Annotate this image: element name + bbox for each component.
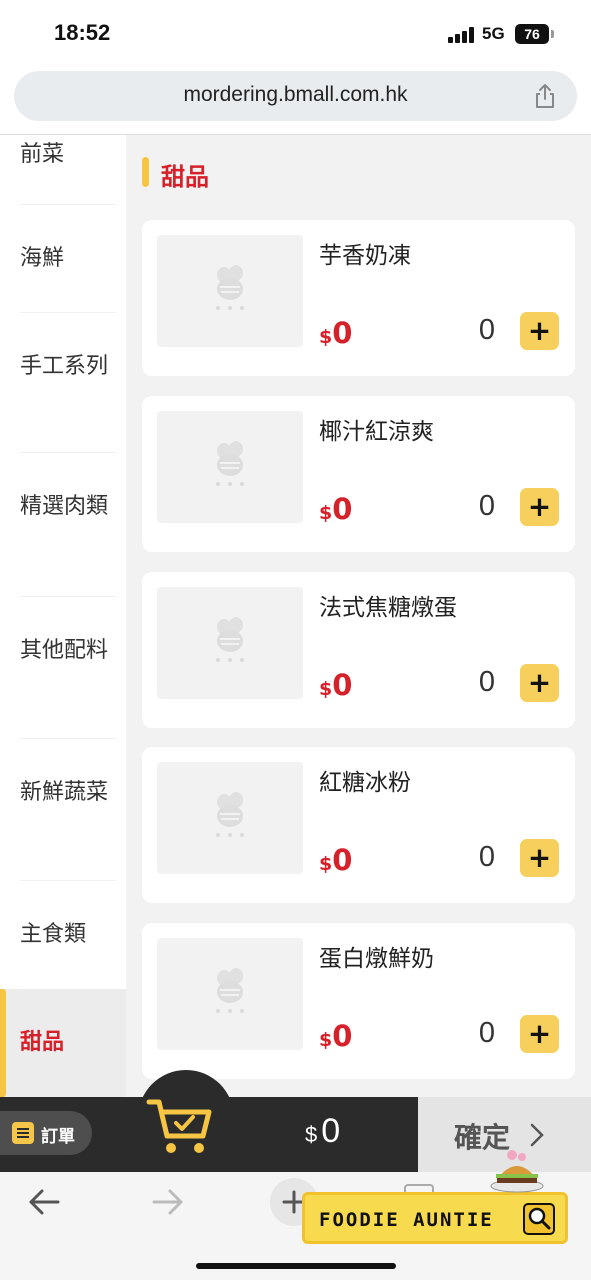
order-button-label: 訂單 (41, 1127, 75, 1147)
order-button[interactable]: 訂單 (0, 1111, 92, 1155)
status-bar: 18:52 5G 76 (0, 0, 591, 64)
category-sidebar: 前菜 海鮮 手工系列 精選肉類 其他配料 新鮮蔬菜 主食類 甜品 (0, 135, 126, 1097)
sidebar-item-label: 其他配料 (20, 638, 109, 663)
item-quantity: 0 (478, 841, 496, 873)
sidebar-item-vegetables[interactable]: 新鮮蔬菜 (0, 739, 126, 881)
add-item-button[interactable]: + (520, 312, 559, 350)
bee-logo-placeholder-icon (216, 265, 244, 310)
menu-item-card[interactable]: 法式焦糖燉蛋 $0 0 + (142, 572, 575, 728)
sidebar-item-staples[interactable]: 主食類 (0, 881, 126, 989)
menu-item-card[interactable]: 椰汁紅涼爽 $0 0 + (142, 396, 575, 552)
sidebar-item-appetizers[interactable]: 前菜 (0, 135, 126, 205)
sidebar-item-label: 精選肉類 (20, 494, 109, 519)
menu-list[interactable]: 甜品 芋香奶凍 $0 0 + 椰汁紅涼爽 $0 0 + 法式焦糖燉蛋 $0 0 … (126, 135, 591, 1097)
item-price: $0 (319, 843, 353, 877)
network-type: 5G (482, 24, 505, 43)
watermark-badge: FOODIE AUNTIE (302, 1192, 568, 1244)
item-price: $0 (319, 1019, 353, 1053)
item-quantity: 0 (478, 666, 496, 698)
sidebar-item-label: 甜品 (20, 1030, 65, 1055)
battery-icon: 76 (515, 24, 554, 44)
sidebar-item-seafood[interactable]: 海鮮 (0, 205, 126, 313)
address-bar[interactable]: mordering.bmall.com.hk (14, 71, 577, 121)
url-text[interactable]: mordering.bmall.com.hk (14, 83, 577, 107)
item-image-placeholder (157, 235, 303, 347)
item-name: 椰汁紅涼爽 (319, 419, 434, 445)
clipboard-list-icon (12, 1122, 34, 1144)
forward-arrow-icon[interactable] (150, 1186, 186, 1218)
item-price: $0 (319, 492, 353, 526)
back-arrow-icon[interactable] (26, 1186, 62, 1218)
bee-logo-placeholder-icon (216, 792, 244, 837)
item-name: 蛋白燉鮮奶 (319, 946, 434, 972)
share-icon[interactable] (533, 83, 557, 109)
item-image-placeholder (157, 587, 303, 699)
sidebar-item-label: 手工系列 (20, 354, 109, 379)
status-time: 18:52 (54, 20, 111, 45)
item-image-placeholder (157, 762, 303, 874)
item-price: $0 (319, 316, 353, 350)
item-quantity: 0 (478, 1017, 496, 1049)
item-quantity: 0 (478, 490, 496, 522)
section-title: 甜品 (161, 163, 209, 191)
item-quantity: 0 (478, 314, 496, 346)
sidebar-item-toppings[interactable]: 其他配料 (0, 597, 126, 739)
cellular-signal-icon (448, 27, 476, 43)
menu-item-card[interactable]: 紅糖冰粉 $0 0 + (142, 747, 575, 903)
magnifier-icon (523, 1203, 555, 1235)
add-item-button[interactable]: + (520, 1015, 559, 1053)
item-price: $0 (319, 668, 353, 702)
menu-item-card[interactable]: 蛋白燉鮮奶 $0 0 + (142, 923, 575, 1079)
chevron-right-icon (530, 1123, 544, 1147)
sidebar-item-label: 主食類 (20, 922, 87, 947)
section-accent-bar (142, 157, 149, 187)
item-name: 紅糖冰粉 (319, 770, 411, 796)
sidebar-item-meat[interactable]: 精選肉類 (0, 453, 126, 597)
active-indicator (0, 989, 6, 1097)
sidebar-item-handmade[interactable]: 手工系列 (0, 313, 126, 453)
add-item-button[interactable]: + (520, 488, 559, 526)
add-item-button[interactable]: + (520, 839, 559, 877)
item-name: 法式焦糖燉蛋 (319, 595, 457, 621)
item-name: 芋香奶凍 (319, 243, 411, 269)
watermark-text: FOODIE AUNTIE (319, 1209, 494, 1231)
burger-mascot-icon (490, 1150, 544, 1193)
item-image-placeholder (157, 411, 303, 523)
add-item-button[interactable]: + (520, 664, 559, 702)
sidebar-item-label: 海鮮 (20, 246, 65, 271)
sidebar-item-label: 新鮮蔬菜 (20, 780, 109, 805)
shopping-cart-icon[interactable] (145, 1090, 217, 1160)
home-indicator (196, 1263, 396, 1269)
cart-total: $0 (305, 1112, 341, 1150)
sidebar-item-desserts[interactable]: 甜品 (0, 989, 126, 1097)
bee-logo-placeholder-icon (216, 441, 244, 486)
bee-logo-placeholder-icon (216, 968, 244, 1013)
menu-item-card[interactable]: 芋香奶凍 $0 0 + (142, 220, 575, 376)
sidebar-item-label: 前菜 (20, 142, 65, 167)
item-image-placeholder (157, 938, 303, 1050)
bee-logo-placeholder-icon (216, 617, 244, 662)
